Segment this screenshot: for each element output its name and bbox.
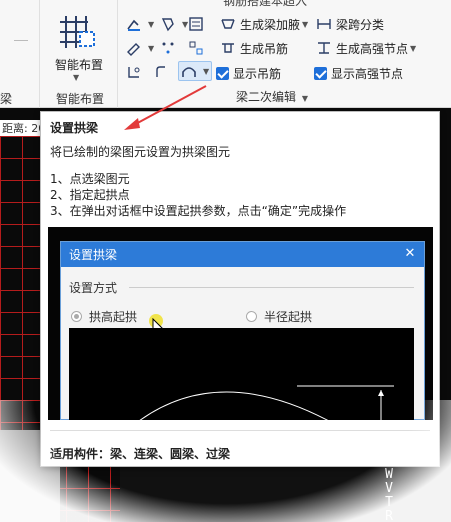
tooltip-step: 1、点选梁图元: [50, 172, 130, 186]
radio-selected-icon: [71, 311, 82, 322]
beam-hook-icon: [154, 64, 170, 80]
tooltip-title: 设置拱梁: [50, 121, 99, 135]
arch-beam-tooltip: 设置拱梁 将已绘制的梁图元设置为拱梁图元 1、点选梁图元 2、指定起拱点 3、在…: [40, 111, 440, 467]
preview-radio-height: 拱高起拱: [71, 308, 137, 325]
preview-dialog-header: 设置拱梁 ✕: [61, 242, 424, 267]
cad-text: T: [385, 495, 393, 510]
tooltip-preview-image: 设置拱梁 ✕ 设置方式 拱高起拱 半径起拱: [48, 227, 433, 420]
haunch-icon: [220, 16, 236, 32]
preview-dialog-title: 设置拱梁: [69, 248, 118, 262]
show-hanger-checkbox[interactable]: 显示吊筋: [216, 63, 281, 83]
tooltip-applicable-components: 适用构件：梁、连梁、圆梁、过梁: [50, 447, 231, 461]
show-strong-node-checkbox[interactable]: 显示高强节点: [314, 63, 403, 83]
cad-bottom-area: W V T R: [120, 466, 451, 522]
ribbon-group-left: 梁: [0, 0, 40, 108]
checkbox-checked-icon: [216, 66, 229, 80]
strong-node-icon: [316, 40, 332, 56]
span-class-icon: [316, 16, 332, 32]
checkbox-checked-icon: [314, 66, 327, 80]
arch-icon: [181, 63, 197, 79]
ribbon-group-beam-edit: 钢筋搭建本超入 ▼ ▼ 生成梁加腋 ▼ 梁跨分类 ▼ 生成吊筋 生成高强节点 ▼…: [118, 0, 451, 108]
smart-layout-icon[interactable]: [54, 12, 98, 50]
hanger-icon: [220, 40, 236, 56]
partial-top-text: 钢筋搭建本超入: [223, 0, 308, 8]
beam-list-icon: [188, 16, 204, 32]
preview-section-title: 设置方式: [69, 281, 118, 295]
cad-text: W: [385, 467, 393, 482]
cad-text: R: [385, 509, 393, 522]
tool-beam-e-button[interactable]: [160, 38, 180, 58]
ribbon-group-smart-layout: 智能布置 ▼ 智能布置: [40, 0, 118, 108]
preview-radio-radius: 半径起拱: [246, 308, 312, 325]
divider: [14, 40, 28, 50]
chevron-down-icon[interactable]: ▼: [73, 73, 79, 82]
beam-edit-icon: [126, 40, 142, 56]
beam-points-icon: [160, 40, 176, 56]
gen-strong-node-button[interactable]: 生成高强节点 ▼: [316, 38, 416, 58]
beam-pen-icon: [126, 16, 142, 32]
tool-beam-a-button[interactable]: ▼: [126, 14, 154, 34]
divider: [129, 287, 414, 288]
preview-arch-canvas: [69, 328, 414, 420]
group-title-fragment: 梁: [0, 92, 13, 106]
group-title-beam-edit[interactable]: 梁二次编辑 ▼: [236, 88, 308, 105]
tool-beam-g-button[interactable]: [126, 62, 146, 82]
beam-tag-icon: [160, 16, 176, 32]
radio-empty-icon: [246, 311, 257, 322]
tool-beam-d-button[interactable]: ▼: [126, 38, 154, 58]
tooltip-description: 将已绘制的梁图元设置为拱梁图元: [50, 145, 231, 159]
beam-corner-icon: [126, 64, 142, 80]
close-icon: ✕: [404, 246, 416, 261]
set-arch-beam-button[interactable]: ▼: [178, 61, 213, 81]
gen-haunch-button[interactable]: 生成梁加腋 ▼: [220, 14, 308, 34]
arch-drawing: [139, 385, 394, 420]
tool-beam-f-button[interactable]: [188, 38, 208, 58]
tooltip-step: 2、指定起拱点: [50, 188, 130, 202]
ribbon-toolbar: 梁 智能布置 ▼ 智能布置 钢筋搭建本超入 ▼ ▼ 生成梁加腋 ▼ 梁跨分类 ▼…: [0, 0, 451, 108]
group-title-smart-layout: 智能布置: [56, 92, 105, 106]
tool-beam-b-button[interactable]: ▼: [160, 14, 188, 34]
tool-beam-h-button[interactable]: [154, 62, 174, 82]
tool-beam-c-button[interactable]: [188, 14, 208, 34]
divider: [50, 430, 430, 431]
smart-layout-button[interactable]: 智能布置: [46, 56, 112, 73]
chevron-down-icon: ▼: [301, 94, 308, 103]
beam-grid-icon: [188, 40, 204, 56]
preview-dialog: 设置拱梁 ✕ 设置方式 拱高起拱 半径起拱: [60, 241, 425, 420]
cad-text: V: [385, 481, 393, 496]
gen-hanger-button[interactable]: 生成吊筋: [220, 38, 288, 58]
span-class-button[interactable]: 梁跨分类: [316, 14, 384, 34]
tooltip-step: 3、在弹出对话框中设置起拱参数，点击“确定”完成操作: [50, 204, 347, 218]
